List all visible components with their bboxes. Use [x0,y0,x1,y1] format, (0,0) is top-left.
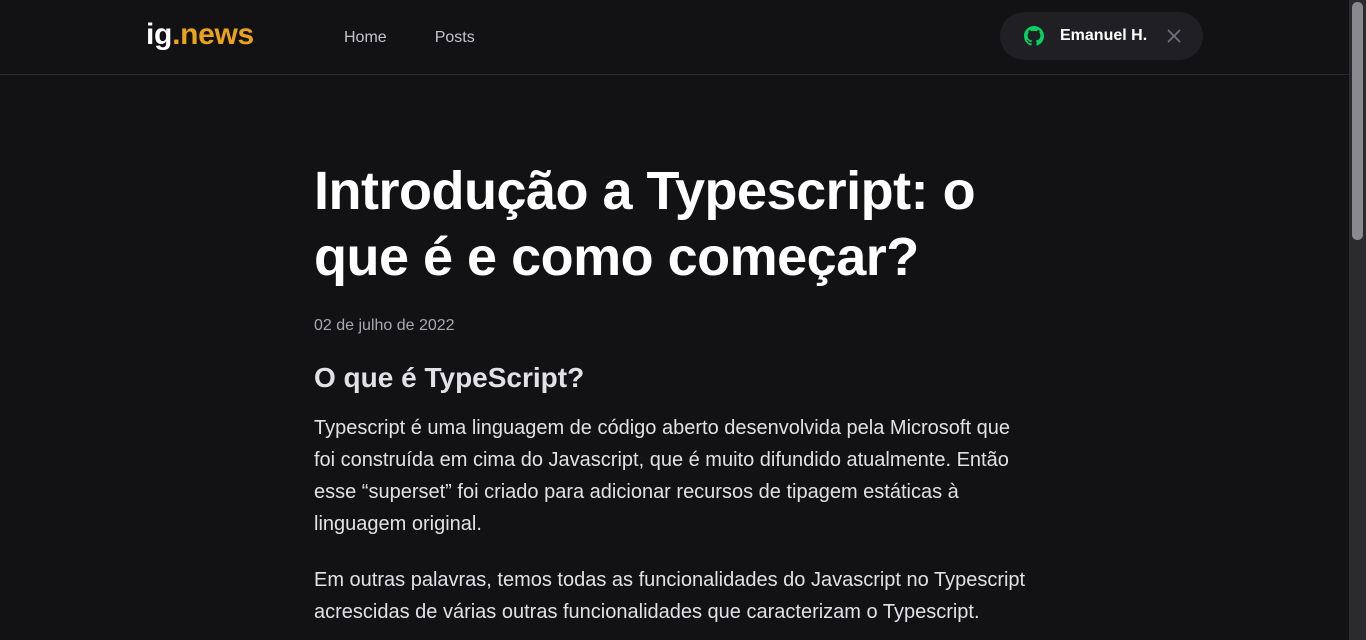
github-signout-button[interactable]: Emanuel H. [1000,12,1203,60]
logo[interactable]: ig.news [146,16,254,54]
user-name: Emanuel H. [1060,27,1148,44]
scrollbar-thumb[interactable] [1352,2,1363,240]
post-paragraph: Typescript é uma linguagem de código abe… [314,417,1010,535]
logo-text: ig [146,18,173,51]
nav-home-link[interactable]: Home [344,28,387,48]
post-date: 02 de julho de 2022 [314,317,455,334]
post-paragraph: Em outras palavras, temos todas as funci… [314,569,1026,623]
main-nav: Home Posts [344,0,475,75]
post-title: Introdução a Typescript: o que é e como … [314,161,976,287]
github-icon [1024,26,1044,46]
close-icon[interactable] [1167,29,1181,43]
vertical-scrollbar[interactable] [1349,0,1366,640]
nav-posts-link[interactable]: Posts [435,28,475,48]
page: ig.news Home Posts Emanuel H. Introdução… [0,0,1366,640]
post-article: Introdução a Typescript: o que é e como … [314,158,1034,628]
site-header: ig.news Home Posts Emanuel H. [0,0,1349,75]
logo-accent-text: .news [172,18,254,51]
section-heading: O que é TypeScript? [314,362,585,393]
